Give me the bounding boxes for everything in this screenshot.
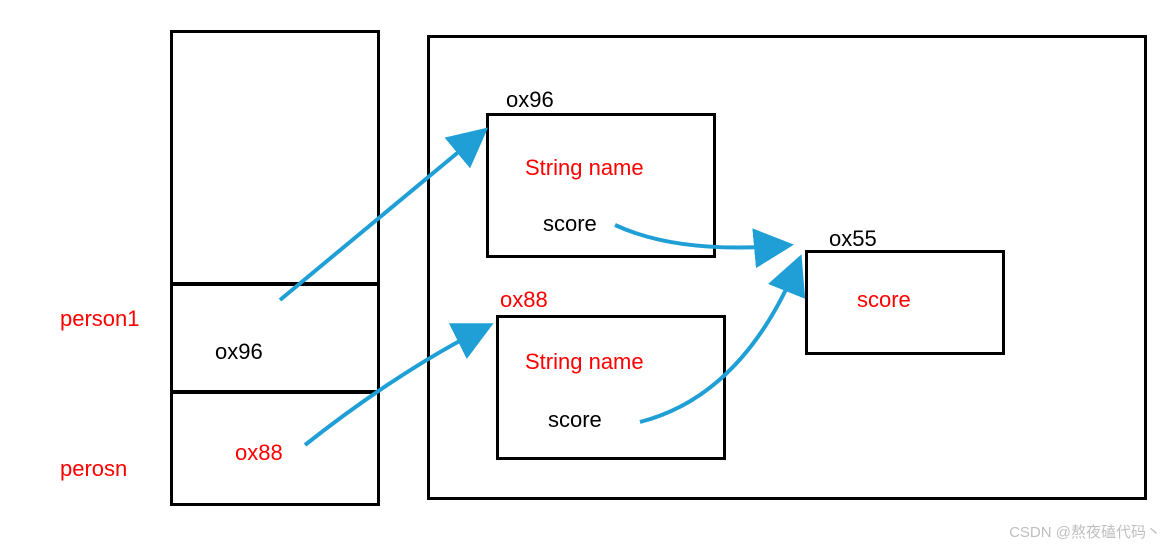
person1-label: person1 <box>60 306 140 332</box>
score-obj-content: score <box>857 287 911 313</box>
stack-cell-middle <box>170 283 380 393</box>
obj1-address: ox96 <box>506 87 554 113</box>
obj2-box <box>496 315 726 460</box>
score-obj-address: ox55 <box>829 226 877 252</box>
person-value: ox88 <box>235 440 283 466</box>
obj1-score-field: score <box>543 211 597 237</box>
obj2-name-field: String name <box>525 349 644 375</box>
obj1-box <box>486 113 716 258</box>
person1-value: ox96 <box>215 339 263 365</box>
obj1-name-field: String name <box>525 155 644 181</box>
stack-cell-top <box>170 30 380 285</box>
person-label: perosn <box>60 456 127 482</box>
watermark: CSDN @熬夜磕代码丶 <box>1009 521 1161 542</box>
obj2-score-field: score <box>548 407 602 433</box>
obj2-address: ox88 <box>500 287 548 313</box>
